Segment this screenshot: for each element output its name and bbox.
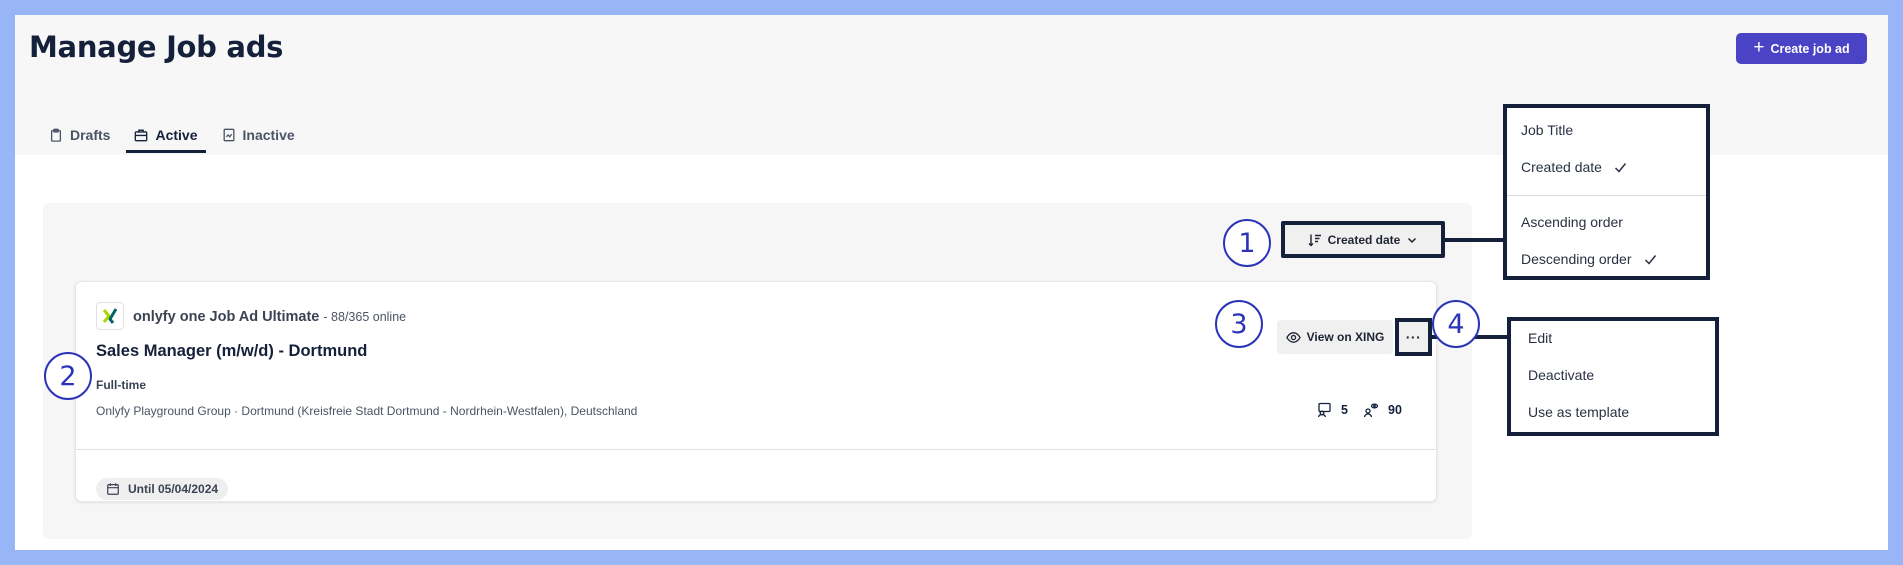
checkmark-icon (1644, 254, 1656, 265)
applicant-screen-icon (1317, 402, 1331, 418)
tab-drafts[interactable]: Drafts (41, 117, 118, 153)
sort-option-job-title[interactable]: Job Title (1521, 122, 1573, 138)
sort-button-label: Created date (1327, 232, 1401, 247)
create-job-ad-button[interactable]: + Create job ad (1736, 33, 1867, 64)
sort-option-descending-label: Descending order (1521, 251, 1632, 267)
callout-1: 1 (1223, 219, 1271, 267)
chart-file-icon (223, 128, 234, 142)
xing-logo-icon (96, 302, 124, 330)
card-divider (76, 449, 1436, 450)
checkmark-icon (1614, 162, 1627, 173)
briefcase-icon (135, 129, 148, 142)
eye-icon (1285, 331, 1301, 343)
sort-dropdown-button[interactable]: Created date (1281, 221, 1445, 258)
more-actions-button[interactable]: ··· (1395, 318, 1432, 356)
action-deactivate[interactable]: Deactivate (1528, 367, 1594, 383)
callout-3: 3 (1215, 300, 1263, 348)
plus-icon: + (1753, 37, 1765, 58)
tab-active[interactable]: Active (126, 117, 206, 153)
sort-option-created-date[interactable]: Created date (1521, 159, 1627, 175)
sort-menu-divider (1507, 195, 1706, 196)
action-edit[interactable]: Edit (1528, 330, 1552, 346)
create-job-ad-label: Create job ad (1770, 41, 1850, 56)
applications-count: 5 (1341, 403, 1348, 417)
sort-descending-icon (1308, 234, 1321, 246)
views-stat: 90 (1363, 402, 1402, 418)
job-location: Onlyfy Playground Group · Dortmund (Krei… (96, 404, 638, 418)
employment-type: Full-time (96, 378, 146, 392)
sort-option-job-title-label: Job Title (1521, 122, 1574, 138)
chevron-down-icon (1408, 237, 1417, 243)
job-actions-menu: Edit Deactivate Use as template (1507, 317, 1719, 436)
views-count: 90 (1388, 403, 1402, 417)
applications-stat: 5 (1316, 402, 1348, 418)
user-views-icon (1363, 403, 1379, 418)
sort-option-descending[interactable]: Descending order (1521, 251, 1657, 267)
tab-inactive[interactable]: Inactive (214, 117, 303, 153)
callout-4: 4 (1432, 300, 1480, 348)
tab-inactive-label: Inactive (242, 127, 295, 143)
status-tabs: Drafts Active Inactive (41, 117, 311, 166)
app-window: Manage Job ads + Create job ad Drafts Ac… (15, 15, 1888, 550)
sort-option-created-date-label: Created date (1521, 159, 1602, 175)
action-use-as-template[interactable]: Use as template (1528, 404, 1629, 420)
sort-option-ascending[interactable]: Ascending order (1521, 214, 1623, 230)
page-title: Manage Job ads (29, 30, 284, 64)
view-on-xing-label: View on XING (1306, 330, 1385, 344)
job-title[interactable]: Sales Manager (m/w/d) - Dortmund (96, 342, 367, 361)
clipboard-icon (50, 128, 62, 142)
more-icon: ··· (1405, 329, 1422, 345)
job-ad-product: onlyfy one Job Ad Ultimate - 88/365 onli… (133, 309, 406, 325)
expiry-date: Until 05/04/2024 (128, 482, 219, 496)
view-on-xing-button[interactable]: View on XING (1277, 320, 1393, 354)
calendar-icon (107, 483, 119, 495)
callout-2: 2 (44, 352, 92, 400)
tab-active-label: Active (155, 127, 198, 143)
expiry-badge: Until 05/04/2024 (96, 478, 229, 500)
tab-drafts-label: Drafts (70, 127, 111, 143)
product-online-days: - 88/365 online (323, 310, 407, 324)
sort-menu: Job Title Created date Ascending order D… (1503, 104, 1710, 280)
sort-option-ascending-label: Ascending order (1521, 214, 1623, 230)
product-name: onlyfy one Job Ad Ultimate (133, 309, 320, 325)
sort-menu-connector (1445, 238, 1503, 242)
